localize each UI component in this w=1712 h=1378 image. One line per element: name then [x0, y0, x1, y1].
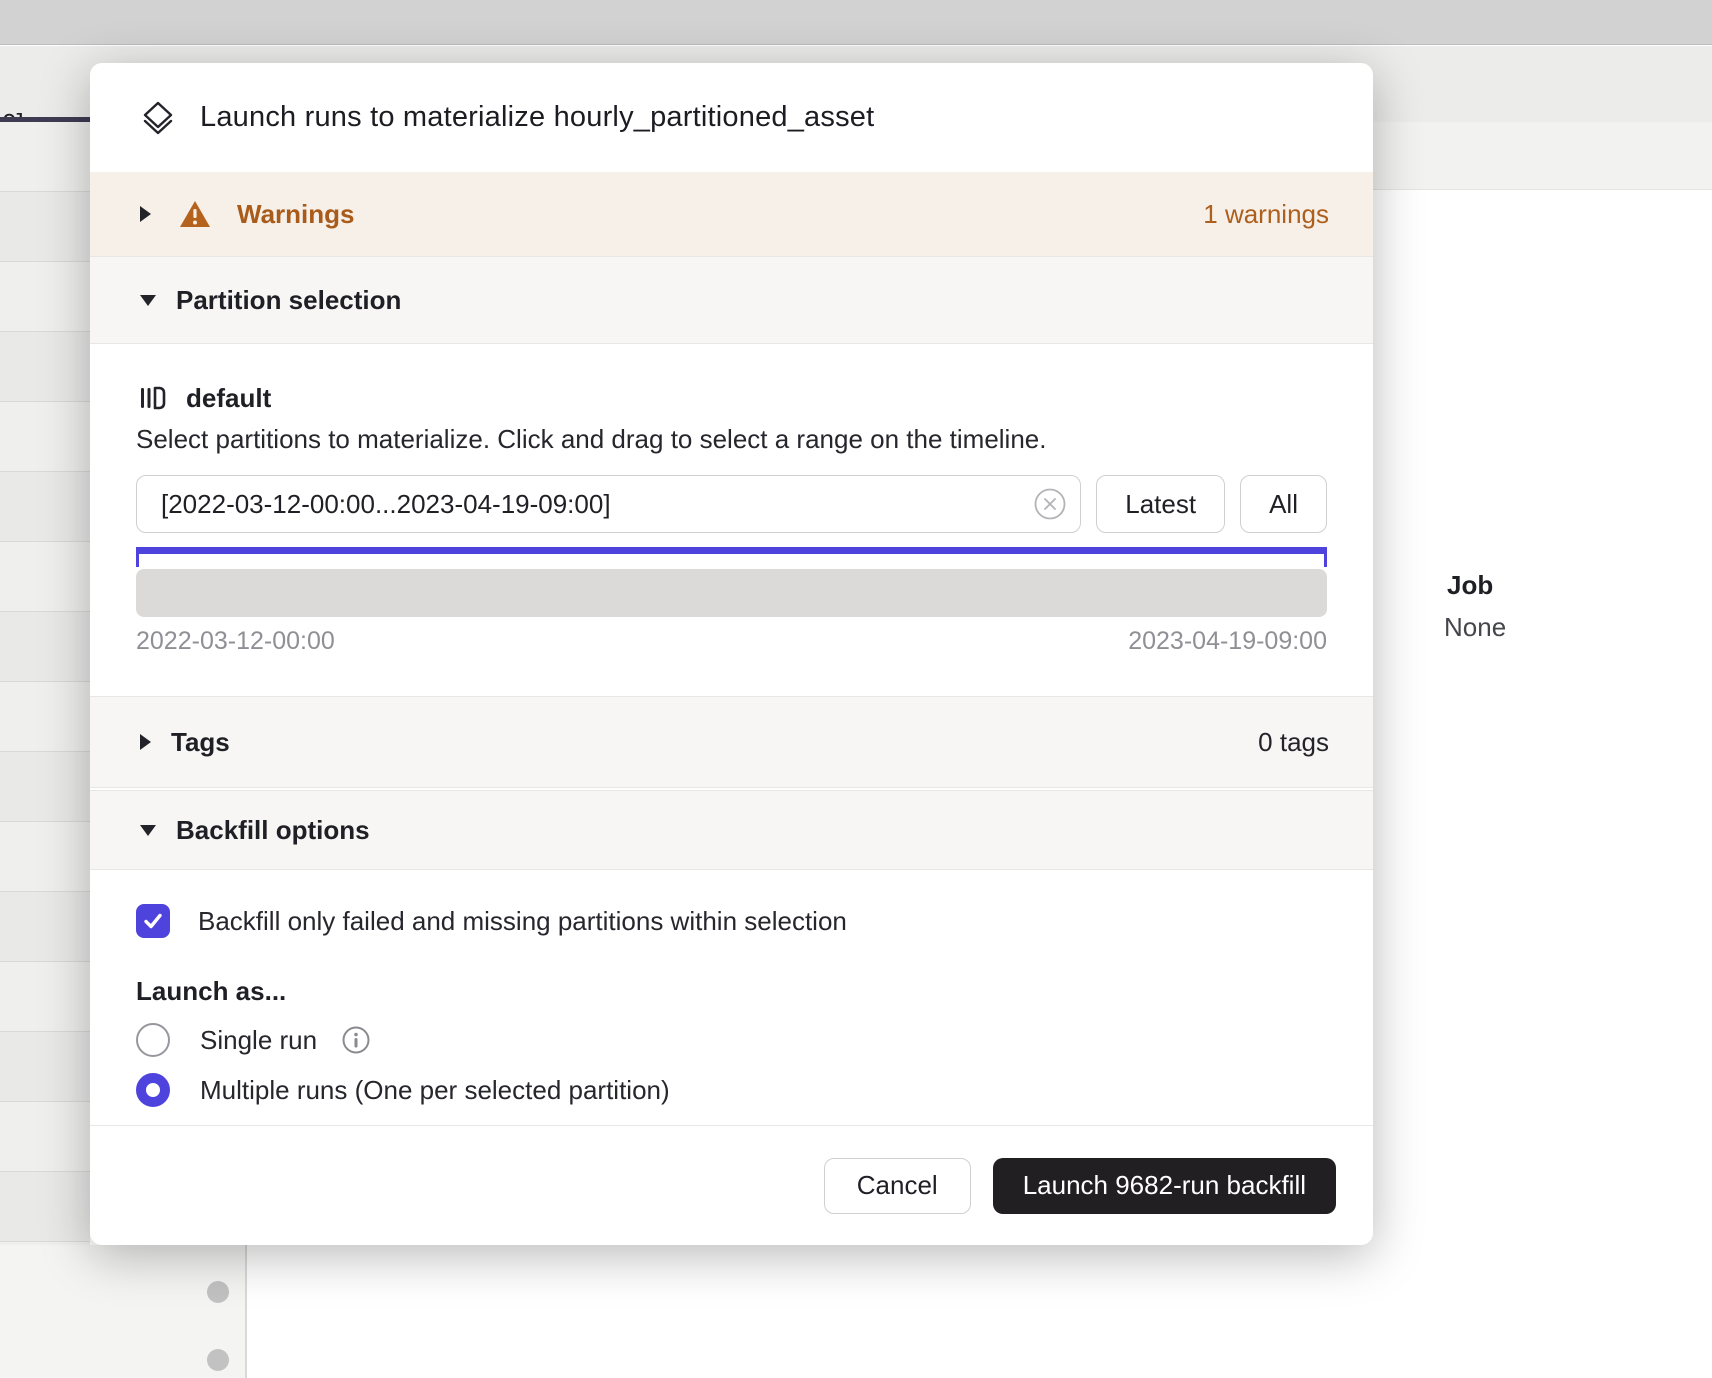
- partition-icon: [136, 382, 168, 414]
- clear-selection-button[interactable]: [1033, 487, 1067, 521]
- chevron-down-icon: [140, 295, 156, 306]
- launch-backfill-dialog: Launch runs to materialize hourly_partit…: [90, 63, 1373, 1245]
- partition-selection-section-header[interactable]: Partition selection: [90, 256, 1373, 344]
- dialog-footer: Cancel Launch 9682-run backfill: [90, 1125, 1373, 1245]
- chevron-right-icon: [140, 734, 151, 750]
- range-input-wrap: [136, 475, 1081, 533]
- timeline-start-label: 2022-03-12-00:00: [136, 627, 335, 656]
- launch-backfill-button[interactable]: Launch 9682-run backfill: [993, 1158, 1336, 1214]
- partition-selection-body: default Select partitions to materialize…: [90, 344, 1373, 696]
- background-bottom-left-cell: [0, 1245, 247, 1378]
- warnings-label: Warnings: [237, 199, 354, 230]
- warnings-section-header[interactable]: Warnings 1 warnings: [90, 172, 1373, 256]
- warnings-count: 1 warnings: [1203, 199, 1329, 230]
- backfill-options-label: Backfill options: [176, 815, 370, 846]
- single-run-label: Single run: [200, 1025, 317, 1056]
- backfill-checkbox-label: Backfill only failed and missing partiti…: [198, 906, 847, 937]
- partition-timeline[interactable]: [136, 569, 1327, 617]
- timeline-end-label: 2023-04-19-09:00: [1128, 627, 1327, 656]
- warning-triangle-icon: [179, 199, 211, 229]
- single-run-radio-row[interactable]: Single run: [136, 1023, 1327, 1057]
- job-column-label: Job: [1447, 570, 1493, 601]
- background-right-table-column: Job None: [1373, 122, 1712, 1378]
- tags-count: 0 tags: [1258, 727, 1329, 758]
- radio-unselected-icon[interactable]: [136, 1023, 170, 1057]
- multiple-runs-label: Multiple runs (One per selected partitio…: [200, 1075, 670, 1106]
- partition-dimension-name: default: [186, 383, 271, 414]
- background-left-table-column: [0, 122, 90, 1378]
- launch-as-label: Launch as...: [136, 976, 1327, 1007]
- partition-selection-description: Select partitions to materialize. Click …: [136, 424, 1327, 455]
- selection-range-bracket: [136, 547, 1327, 567]
- partition-range-row: Latest All: [136, 475, 1327, 533]
- selection-range-tick-right: [1324, 554, 1327, 567]
- background-top-bar: [0, 0, 1712, 45]
- radio-selected-icon[interactable]: [136, 1073, 170, 1107]
- selection-range-bar: [136, 547, 1327, 554]
- dialog-title: Launch runs to materialize hourly_partit…: [200, 101, 874, 134]
- chevron-down-icon: [140, 825, 156, 836]
- partition-selection-label: Partition selection: [176, 285, 401, 316]
- job-column-value: None: [1444, 612, 1506, 643]
- circle-x-icon: [1033, 487, 1067, 521]
- background-right-band: [1373, 122, 1712, 190]
- cancel-button[interactable]: Cancel: [824, 1158, 971, 1214]
- chevron-right-icon: [140, 206, 151, 222]
- all-button[interactable]: All: [1240, 475, 1327, 533]
- backfill-only-failed-checkbox-row[interactable]: Backfill only failed and missing partiti…: [136, 904, 1327, 938]
- dialog-header: Launch runs to materialize hourly_partit…: [90, 63, 1373, 172]
- partition-dimension-row: default: [136, 382, 1327, 414]
- partition-range-input[interactable]: [136, 475, 1081, 533]
- selection-range-tick-left: [136, 554, 139, 567]
- multiple-runs-radio-row[interactable]: Multiple runs (One per selected partitio…: [136, 1073, 1327, 1107]
- tags-section-header[interactable]: Tags 0 tags: [90, 696, 1373, 788]
- latest-button[interactable]: Latest: [1096, 475, 1225, 533]
- backfill-options-body: Backfill only failed and missing partiti…: [90, 870, 1373, 1107]
- status-dot: [207, 1349, 229, 1371]
- checkbox-checked-icon[interactable]: [136, 904, 170, 938]
- materialize-layers-icon: [138, 98, 178, 138]
- info-icon[interactable]: [341, 1025, 371, 1055]
- status-dot: [207, 1281, 229, 1303]
- screen: 0] Job None Launch runs to materialize h…: [0, 0, 1712, 1378]
- backfill-options-section-header[interactable]: Backfill options: [90, 790, 1373, 870]
- tags-label: Tags: [171, 727, 230, 758]
- timeline-date-labels: 2022-03-12-00:00 2023-04-19-09:00: [136, 627, 1327, 696]
